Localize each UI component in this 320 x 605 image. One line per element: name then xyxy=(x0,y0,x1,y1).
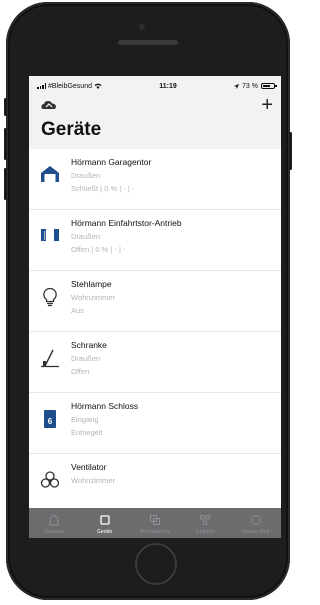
device-status: Schließt | 0 % | - | - xyxy=(71,184,135,193)
tab-label: Geräte xyxy=(96,529,113,535)
device-name: Stehlampe xyxy=(71,279,112,289)
wifi-icon xyxy=(94,83,102,89)
device-name: Ventilator xyxy=(71,462,107,472)
device-room: Wohnzimmer xyxy=(71,476,116,485)
automation-icon xyxy=(150,515,161,525)
device-status: Offen | 0 % | - | - xyxy=(71,245,126,254)
svg-text:6: 6 xyxy=(48,417,53,426)
device-row-einfahrtstor[interactable]: Hörmann Einfahrtstor-Antrieb Draußen Off… xyxy=(29,210,281,271)
device-status: Entriegelt xyxy=(71,428,103,437)
device-row-garagentor[interactable]: Hörmann Garagentor Draußen Schließt | 0 … xyxy=(29,149,281,210)
device-room: Wohnzimmer xyxy=(71,293,116,302)
tab-automationen[interactable]: Automationen xyxy=(130,508,180,538)
page-title: Geräte xyxy=(41,119,102,140)
device-status: Offen xyxy=(71,367,90,376)
tab-bar: Zuhause Geräte Automationen Gruppen home… xyxy=(29,508,281,538)
tab-homee-welt[interactable]: homee Welt xyxy=(231,508,281,538)
lightbulb-icon xyxy=(43,287,57,307)
device-name: Schranke xyxy=(71,340,107,350)
tab-label: Gruppen xyxy=(195,529,216,535)
carrier-name: #BleibGesund xyxy=(48,82,92,90)
devices-icon xyxy=(99,515,110,525)
device-row-stehlampe[interactable]: Stehlampe Wohnzimmer Aus xyxy=(29,271,281,332)
earpiece-speaker xyxy=(118,40,178,45)
device-row-schloss[interactable]: 6 Hörmann Schloss Eingang Entriegelt xyxy=(29,393,281,454)
device-list: Hörmann Garagentor Draußen Schließt | 0 … xyxy=(29,149,281,515)
gate-icon xyxy=(41,229,59,241)
device-row-schranke[interactable]: Schranke Draußen Offen xyxy=(29,332,281,393)
home-icon xyxy=(49,514,59,526)
barrier-icon xyxy=(41,349,59,368)
homee-cloud-icon[interactable] xyxy=(41,99,57,111)
location-icon xyxy=(234,83,240,89)
device-row-ventilator[interactable]: Ventilator Wohnzimmer xyxy=(29,454,281,515)
tab-zuhause[interactable]: Zuhause xyxy=(29,508,79,538)
fan-icon xyxy=(40,471,60,488)
status-bar: #BleibGesund 11:19 73 % xyxy=(29,79,281,93)
device-name: Hörmann Einfahrtstor-Antrieb xyxy=(71,218,182,228)
garage-icon xyxy=(41,166,59,182)
device-status: Aus xyxy=(71,306,84,315)
home-button[interactable] xyxy=(135,543,177,585)
front-camera xyxy=(139,24,145,30)
lock-icon: 6 xyxy=(44,410,56,428)
device-room: Eingang xyxy=(71,415,99,424)
volume-down-button xyxy=(4,168,7,200)
device-room: Draußen xyxy=(71,171,101,180)
device-name: Hörmann Schloss xyxy=(71,401,139,411)
groups-icon xyxy=(200,515,211,525)
signal-icon xyxy=(37,83,46,89)
battery-percent: 73 % xyxy=(242,82,258,90)
tab-label: homee Welt xyxy=(242,529,270,535)
volume-up-button xyxy=(4,128,7,160)
nav-bar: + xyxy=(29,93,281,117)
world-icon xyxy=(250,515,261,525)
clock: 11:19 xyxy=(159,82,177,90)
tab-gruppen[interactable]: Gruppen xyxy=(180,508,230,538)
app-screen: #BleibGesund 11:19 73 % + Geräte Hörmann… xyxy=(29,76,281,538)
add-device-button[interactable]: + xyxy=(261,95,273,115)
battery-icon xyxy=(260,83,277,89)
tab-label: Automationen xyxy=(139,529,171,535)
device-room: Draußen xyxy=(71,354,101,363)
tab-label: Zuhause xyxy=(44,529,64,535)
tab-geraete[interactable]: Geräte xyxy=(79,508,129,538)
mute-switch xyxy=(4,98,7,116)
device-name: Hörmann Garagentor xyxy=(71,157,152,167)
device-room: Draußen xyxy=(71,232,101,241)
power-button xyxy=(289,132,292,170)
phone-frame: #BleibGesund 11:19 73 % + Geräte Hörmann… xyxy=(4,2,292,600)
